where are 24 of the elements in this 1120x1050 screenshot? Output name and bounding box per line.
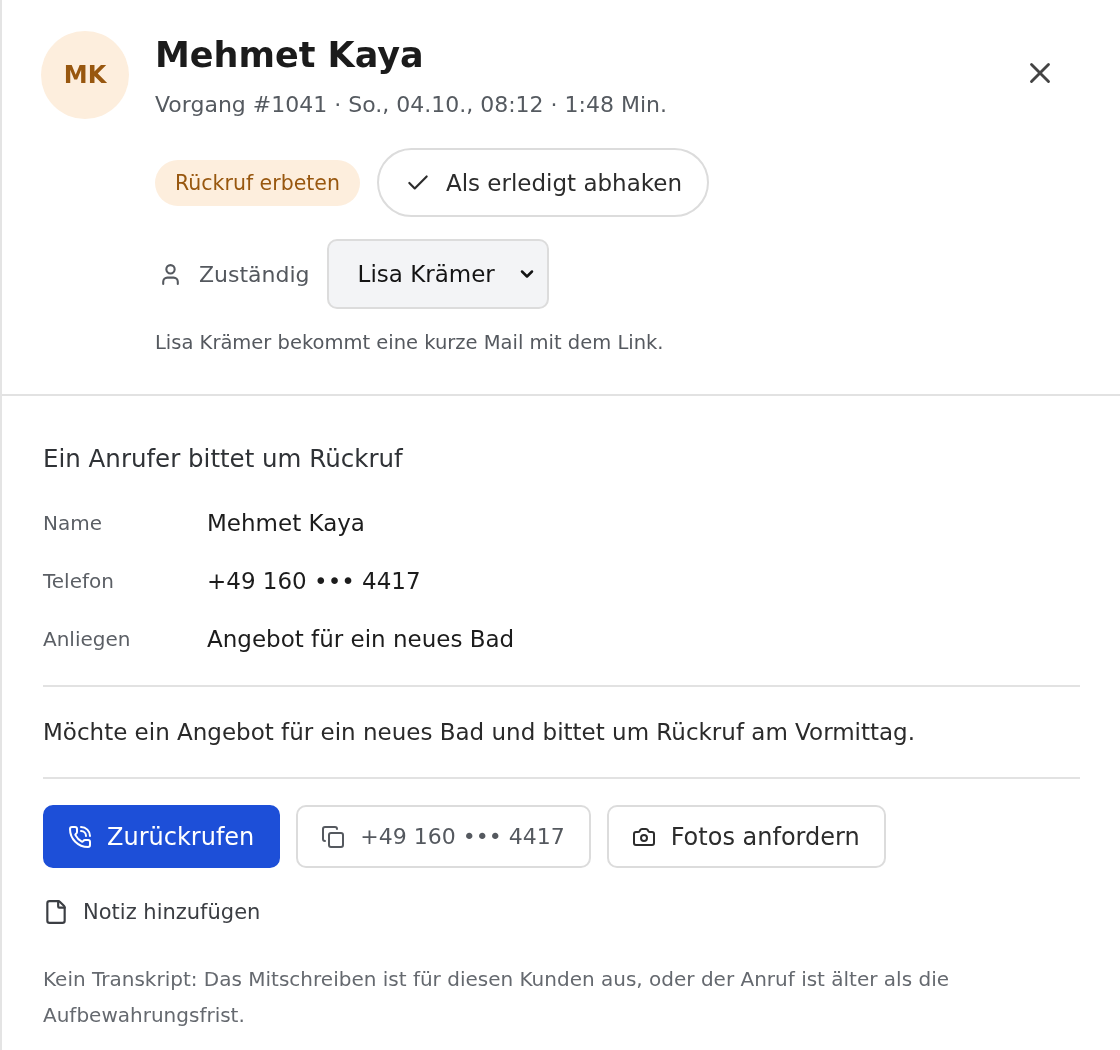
call-back-button[interactable]: Zurückrufen [43, 805, 281, 868]
field-label: Name [43, 511, 103, 535]
mark-done-button[interactable]: Als erledigt abhaken [376, 148, 709, 217]
copy-number-button[interactable]: +49 160 ••• 4417 [296, 805, 591, 868]
assignee-select[interactable]: Lisa Krämer [326, 239, 549, 309]
field-value: Angebot für ein neues Bad [207, 626, 516, 652]
field-value: +49 160 ••• 4417 [207, 568, 422, 594]
transcript-note: Kein Transkript: Das Mitschreiben ist für diesen Kunden aus, oder der Anruf ist älter als die Aufbewahrungsfrist. [43, 966, 950, 1029]
note-icon [43, 899, 69, 925]
status-badge: Rückruf erbeten [155, 159, 360, 206]
assignee-label: Zuständig [199, 261, 310, 287]
avatar: MK [41, 31, 129, 119]
section-title: Ein Anrufer bittet um Rückruf [43, 443, 404, 475]
field-label: Anliegen [43, 627, 132, 651]
field-value: Mehmet Kaya [207, 510, 366, 536]
field-label: Telefon [43, 569, 115, 593]
add-note-button[interactable]: Notiz hinzufügen [43, 897, 261, 927]
case-subtitle: Vorgang #1041 · So., 04.10., 08:12 · 1:48 Min. [155, 91, 667, 119]
phone-icon [68, 824, 92, 849]
copy-icon [321, 824, 346, 849]
assignee-note: Lisa Krämer bekommt eine kurze Mail mit dem Link. [155, 330, 664, 356]
request-photos-button[interactable]: Fotos anfordern [606, 805, 886, 868]
request-summary: Möchte ein Angebot für ein neues Bad und bittet um Rückruf am Vormittag. [43, 718, 917, 747]
contact-name: Mehmet Kaya [155, 34, 424, 77]
